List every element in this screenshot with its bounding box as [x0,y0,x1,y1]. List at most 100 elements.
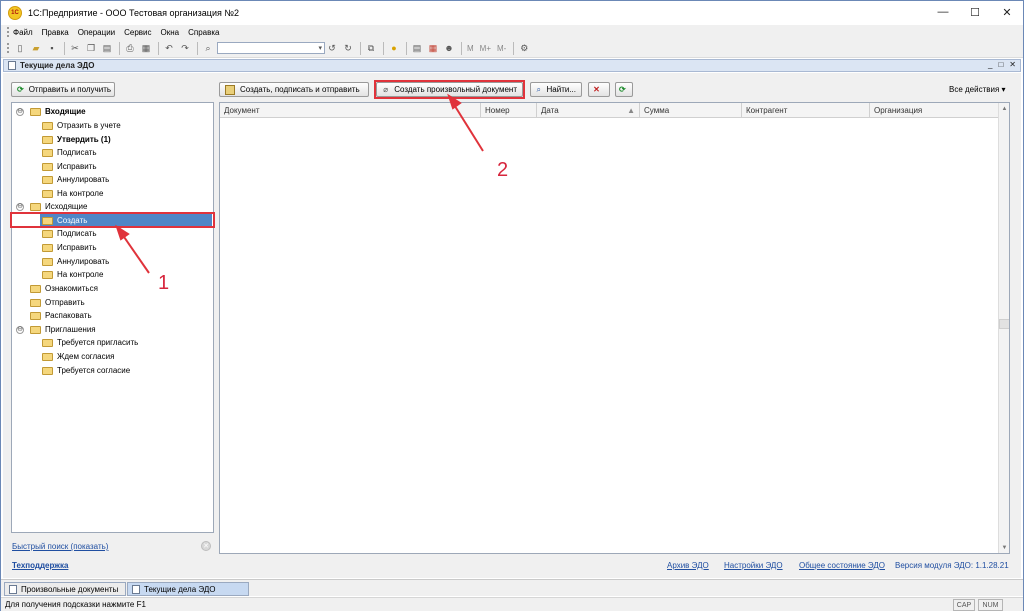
toolbar-separator [64,41,65,55]
tree-node-reflect-accounting[interactable]: Отразить в учете [42,119,121,132]
minimize-button[interactable]: — [927,1,959,23]
undo-icon[interactable]: ↶ [162,41,176,55]
save-icon[interactable]: ▪ [45,41,59,55]
search-icon[interactable]: ⌕ [201,41,215,55]
send-receive-label: Отправить и получить [28,85,112,94]
windows-icon[interactable]: ⧉ [364,41,378,55]
tree-node-send[interactable]: Отправить [30,296,85,309]
calendar-icon[interactable]: ▦ [426,41,440,55]
tree-node-label: Требуется согласие [57,366,131,375]
toolbar-separator [158,41,159,55]
column-header-date[interactable]: Дата ▲ [537,103,640,118]
search-input[interactable]: ▾ [217,42,325,54]
open-folder-icon[interactable]: ▰ [29,41,43,55]
document-minimize-button[interactable]: _ [988,60,992,69]
copy-icon[interactable]: ❐ [84,41,98,55]
memory-subtract-button[interactable]: M- [497,44,506,53]
column-header-amount[interactable]: Сумма [640,103,742,118]
refresh-button[interactable]: ⟳ [615,82,633,97]
find-next-icon[interactable]: ↺ [325,41,339,55]
document-restore-button[interactable]: □ [998,60,1003,69]
tree-node-waiting-consent[interactable]: Ждем согласия [42,350,114,363]
column-header-document[interactable]: Документ [220,103,481,118]
column-label: Дата [541,106,559,115]
tree-node-control-outgoing[interactable]: На контроле [42,268,103,281]
scroll-thumb[interactable] [999,319,1009,329]
status-hint: Для получения подсказки нажмите F1 [5,600,146,609]
find-previous-icon[interactable]: ↻ [341,41,355,55]
column-header-organization[interactable]: Организация [870,103,1000,118]
settings-icon[interactable]: ⚙ [517,41,531,55]
print-icon[interactable]: ⎙ [123,41,137,55]
find-button[interactable]: ⌕ Найти... [530,82,582,97]
title-bar: 1С 1С:Предприятие - ООО Тестовая организ… [1,1,1023,25]
menu-edit[interactable]: Правка [42,28,69,37]
tree-node-sign-incoming[interactable]: Подписать [42,146,97,159]
tree-node-fix-outgoing[interactable]: Исправить [42,241,97,254]
new-document-icon[interactable]: ▯ [13,41,27,55]
tree-node-label: Подписать [57,229,97,238]
tree-node-fix-incoming[interactable]: Исправить [42,160,97,173]
module-version: Версия модуля ЭДО: 1.1.28.21 [895,561,1009,570]
send-receive-button[interactable]: ⟳ Отправить и получить [11,82,115,97]
close-button[interactable]: ✕ [991,1,1023,23]
menu-help[interactable]: Справка [188,28,219,37]
memory-store-button[interactable]: M [467,44,474,53]
document-close-button[interactable]: ✕ [1009,60,1016,69]
folder-icon [42,189,53,198]
dropdown-arrow-icon: ▾ [1001,85,1006,94]
tree-node-cancel-incoming[interactable]: Аннулировать [42,173,109,186]
clear-icon[interactable]: ✕ [201,541,211,551]
taskbar-item-arbitrary-documents[interactable]: Произвольные документы [4,582,126,596]
tree-node-control-incoming[interactable]: На контроле [42,187,103,200]
column-header-number[interactable]: Номер [481,103,537,118]
table-scrollbar[interactable]: ▲ ▼ [998,103,1009,553]
menu-file[interactable]: Файл [13,28,33,37]
collapse-icon[interactable]: ⊖ [16,202,24,211]
menu-service[interactable]: Сервис [124,28,151,37]
taskbar-item-current-edo[interactable]: Текущие дела ЭДО [127,582,249,596]
all-actions-menu[interactable]: Все действия ▾ [949,85,1006,94]
tree-node-need-invite[interactable]: Требуется пригласить [42,336,138,349]
document-icon [8,61,16,70]
edo-archive-link[interactable]: Архив ЭДО [667,561,709,570]
tree-node-invitations[interactable]: ⊖ Приглашения [16,323,96,336]
all-actions-label: Все действия [949,85,1000,94]
clear-search-button[interactable]: ✕ [588,82,610,97]
tree-node-unpack[interactable]: Распаковать [30,309,92,322]
support-link[interactable]: Техподдержка [12,561,68,570]
tree-node-label: Ознакомиться [45,284,98,293]
window-controls: — ☐ ✕ [927,1,1023,23]
create-sign-send-button[interactable]: Создать, подписать и отправить [219,82,369,97]
tree-node-acquaint[interactable]: Ознакомиться [30,282,98,295]
help-icon[interactable]: ● [387,41,401,55]
users-icon[interactable]: ☻ [442,41,456,55]
caps-lock-indicator: CAP [953,599,975,611]
maximize-button[interactable]: ☐ [959,1,991,23]
collapse-icon[interactable]: ⊖ [16,325,24,334]
print-preview-icon[interactable]: ▦ [139,41,153,55]
tree-node-cancel-outgoing[interactable]: Аннулировать [42,255,109,268]
toolbar-grip-icon [7,43,9,53]
collapse-icon[interactable]: ⊖ [16,107,24,116]
quick-search-link[interactable]: Быстрый поиск (показать) [12,542,108,551]
table-header: Документ Номер Дата ▲ Сумма Контрагент О… [220,103,1000,118]
tree-node-sign-outgoing[interactable]: Подписать [42,227,97,240]
scroll-down-icon[interactable]: ▼ [999,542,1009,553]
scroll-up-icon[interactable]: ▲ [999,103,1009,114]
redo-icon[interactable]: ↷ [178,41,192,55]
tree-node-approve[interactable]: Утвердить (1) [42,133,111,146]
edo-state-link[interactable]: Общее состояние ЭДО [799,561,885,570]
menu-windows[interactable]: Окна [161,28,180,37]
edo-settings-link[interactable]: Настройки ЭДО [724,561,783,570]
num-lock-indicator: NUM [978,599,1003,611]
calculator-icon[interactable]: ▤ [410,41,424,55]
tree-node-consent-required[interactable]: Требуется согласие [42,364,130,377]
paste-icon[interactable]: ▤ [100,41,114,55]
menu-operations[interactable]: Операции [78,28,115,37]
taskbar-label: Текущие дела ЭДО [144,584,216,594]
memory-add-button[interactable]: M+ [480,44,491,53]
tree-node-incoming[interactable]: ⊖ Входящие [16,105,86,118]
cut-icon[interactable]: ✂ [68,41,82,55]
column-header-counterparty[interactable]: Контрагент [742,103,870,118]
